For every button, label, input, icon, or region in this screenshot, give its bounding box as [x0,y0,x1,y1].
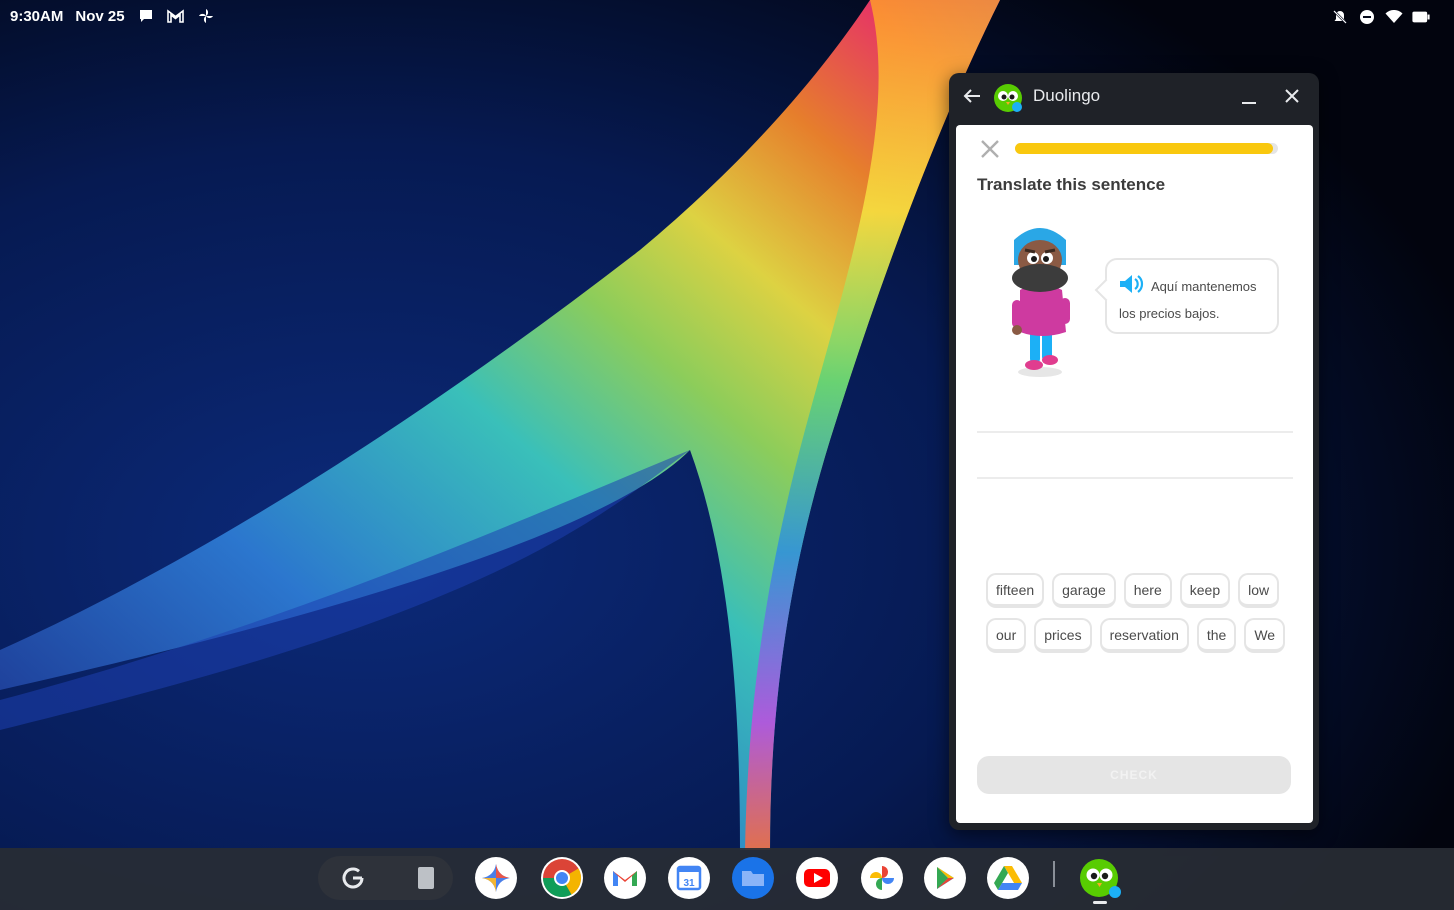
do-not-disturb-icon[interactable] [1358,8,1376,26]
answer-line-1[interactable] [977,431,1293,433]
word-chip-fifteen[interactable]: fifteen [986,573,1045,608]
lesson-progress-bar [1015,143,1278,154]
gemini-icon[interactable] [474,856,518,900]
lesson-close-icon[interactable] [978,137,1002,161]
clock-time[interactable]: 9:30AM [10,8,63,25]
shelf-separator [1053,861,1055,887]
word-chip-prices[interactable]: prices [1034,618,1092,653]
minimize-icon[interactable] [1239,87,1259,107]
active-app-indicator [1093,901,1107,904]
battery-icon[interactable] [1412,8,1430,26]
word-chip-keep[interactable]: keep [1179,573,1231,608]
gmail-icon [167,7,185,25]
pinwheel-icon [197,7,215,25]
files-icon[interactable] [731,856,775,900]
word-chip-garage[interactable]: garage [1052,573,1116,608]
duolingo-icon[interactable] [1078,856,1122,900]
word-bank: fifteen garage here keep low our prices … [986,573,1286,663]
answer-line-2[interactable] [977,477,1293,479]
sentence-to-translate[interactable]: Aquí mantenemos los precios bajos. [1119,273,1271,327]
back-arrow-icon[interactable] [961,85,983,107]
speech-bubble: Aquí mantenemos los precios bajos. [1094,258,1279,334]
chat-icon [137,7,155,25]
shelf [0,848,1454,910]
wifi-icon[interactable] [1385,8,1403,26]
close-icon[interactable] [1282,86,1302,106]
gmail-icon[interactable] [603,856,647,900]
clock-date[interactable]: Nov 25 [75,8,124,25]
youtube-icon[interactable] [795,856,839,900]
word-bank-row: our prices reservation the We [986,618,1286,653]
word-chip-reservation[interactable]: reservation [1099,618,1189,653]
window-title: Duolingo [1033,86,1101,105]
play-store-icon[interactable] [923,856,967,900]
notifications-off-icon[interactable] [1331,8,1349,26]
duolingo-app-icon [992,81,1024,113]
lesson-progress-fill [1015,143,1273,154]
check-button[interactable]: CHECK [977,756,1291,794]
speech-bubble-tail [1094,278,1118,302]
character-illustration [1000,220,1084,380]
calendar-day: 31 [683,878,695,889]
word-chip-low[interactable]: low [1238,573,1280,608]
status-bar: 9:30AM Nov 25 [0,0,1454,34]
word-bank-row: fifteen garage here keep low [986,573,1286,608]
word-chip-the[interactable]: the [1196,618,1237,653]
word-chip-our[interactable]: our [986,618,1027,653]
word-chip-we[interactable]: We [1244,618,1286,653]
drive-icon[interactable] [986,856,1030,900]
photos-icon[interactable] [860,856,904,900]
files-recent-icon[interactable] [404,856,448,900]
duolingo-window: Duolingo Translate this sentence Aquí ma… [949,73,1319,830]
lesson-content: Translate this sentence Aquí mantenemos … [956,125,1313,823]
calendar-icon[interactable]: 31 [667,856,711,900]
word-chip-here[interactable]: here [1123,573,1172,608]
window-titlebar[interactable]: Duolingo [949,73,1319,121]
prompt-title: Translate this sentence [977,175,1166,194]
chrome-icon[interactable] [540,856,584,900]
google-launcher-icon[interactable] [331,856,375,900]
